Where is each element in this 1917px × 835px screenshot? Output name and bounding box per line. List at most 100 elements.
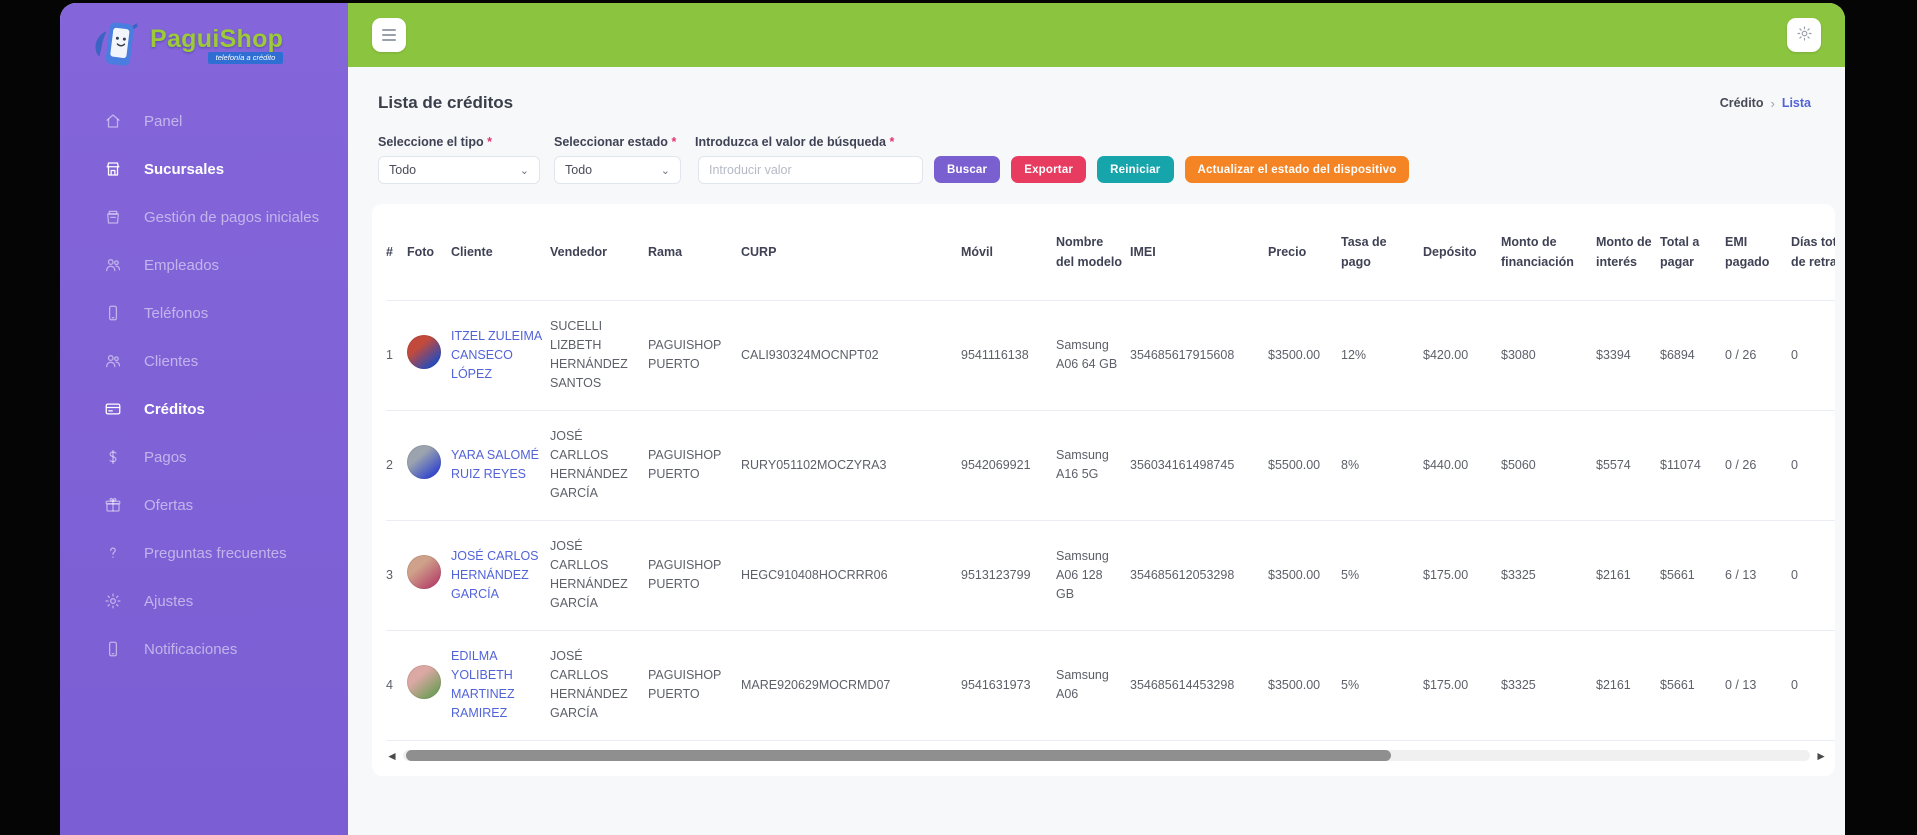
client-name-link[interactable]: JOSÉ CARLOS HERNÁNDEZ GARCÍA [451, 549, 539, 601]
sidebar-item-tel-fonos[interactable]: Teléfonos [60, 289, 348, 337]
sidebar-item-preguntas-frecuentes[interactable]: Preguntas frecuentes [60, 529, 348, 577]
cell-tasa: 8% [1341, 457, 1360, 472]
settings-icon [104, 592, 122, 610]
cell-financiacion: $3325 [1501, 677, 1536, 692]
cell-modelo: Samsung A16 5G [1056, 448, 1109, 481]
notifications-icon [104, 640, 122, 658]
cell-emi: 0 / 26 [1725, 457, 1757, 472]
sidebar-item-cr-ditos[interactable]: Créditos [60, 385, 348, 433]
column-header: Depósito [1423, 204, 1501, 301]
cell-vendedor: JOSÉ CARLLOS HERNÁNDEZ GARCÍA [550, 429, 628, 500]
column-header: Tasa de pago [1341, 204, 1423, 301]
scrollbar-thumb[interactable] [405, 750, 1391, 761]
table-scroll-area: # Foto Cliente Vendedor Rama CURP Móvil Nombre … [386, 204, 1835, 741]
breadcrumb-parent: Crédito [1719, 96, 1764, 110]
home-icon [104, 112, 122, 130]
breadcrumb-separator-icon: › [1770, 95, 1775, 111]
client-name-link[interactable]: EDILMA YOLIBETH MARTINEZ RAMIREZ [451, 649, 515, 720]
scrollbar-track[interactable] [402, 750, 1811, 761]
column-header: Total a pagar [1660, 204, 1725, 301]
sidebar-item-ajustes[interactable]: Ajustes [60, 577, 348, 625]
sidebar-item-label: Ofertas [144, 496, 194, 514]
client-avatar[interactable] [407, 335, 441, 369]
cell-dias: 0 [1791, 567, 1798, 582]
cell-precio: $3500.00 [1268, 347, 1321, 362]
reset-button[interactable]: Reiniciar [1097, 156, 1174, 183]
cell-rama: PAGUISHOP PUERTO [648, 558, 722, 591]
table-row: 4 EDILMA YOLIBETH MARTINEZ RAMIREZ JOSÉ CA… [386, 630, 1835, 740]
column-header: Días totales de retraso [1791, 204, 1835, 301]
table-row: 2 YARA SALOMÉ RUIZ REYES JOSÉ CARLLOS HERN… [386, 410, 1835, 520]
mascot-phone-icon [90, 15, 146, 78]
status-select[interactable]: Todo ⌄ [554, 156, 681, 184]
filter-bar: Seleccione el tipo * Todo ⌄ Seleccionar … [372, 135, 1835, 184]
search-button[interactable]: Buscar [934, 156, 1001, 183]
chevron-down-icon: ⌄ [519, 164, 529, 177]
cell-dias: 0 [1791, 677, 1798, 692]
register-icon [104, 208, 122, 226]
app-tagline: telefonía a crédito [207, 52, 284, 64]
client-avatar[interactable] [407, 665, 441, 699]
column-header: # [386, 204, 407, 301]
export-button[interactable]: Exportar [1011, 156, 1087, 183]
clients-icon [104, 352, 122, 370]
cell-movil: 9541631973 [961, 677, 1031, 692]
cell-vendedor: JOSÉ CARLLOS HERNÁNDEZ GARCÍA [550, 539, 628, 610]
client-avatar[interactable] [407, 445, 441, 479]
sidebar-item-label: Créditos [144, 400, 205, 418]
breadcrumb: Crédito › Lista [1720, 96, 1811, 111]
cell-num: 1 [386, 347, 393, 362]
sidebar-item-panel[interactable]: Panel [60, 97, 348, 145]
cell-curp: RURY051102MOCZYRA3 [741, 457, 887, 472]
cell-curp: HEGC910408HOCRRR06 [741, 567, 888, 582]
column-header: IMEI [1130, 204, 1268, 301]
update-device-status-button[interactable]: Actualizar el estado del dispositivo [1184, 156, 1410, 183]
credits-table-card: # Foto Cliente Vendedor Rama CURP Móvil Nombre … [372, 204, 1835, 776]
cell-modelo: Samsung A06 128 GB [1056, 548, 1109, 601]
sidebar-item-gesti-n-de-pagos-iniciales[interactable]: Gestión de pagos iniciales [60, 193, 348, 241]
cell-num: 4 [386, 677, 393, 692]
sidebar-item-empleados[interactable]: Empleados [60, 241, 348, 289]
column-header: Monto de financiación [1501, 204, 1596, 301]
cell-precio: $3500.00 [1268, 567, 1321, 582]
main-content: Lista de créditos Crédito › Lista Selecc… [348, 67, 1845, 835]
cell-movil: 9542069921 [961, 457, 1031, 472]
type-select[interactable]: Todo ⌄ [378, 156, 540, 184]
column-header: Móvil [961, 204, 1056, 301]
sidebar-menu: Panel Sucursales Gestión de pagos inicia… [60, 97, 348, 673]
cell-total: $5661 [1660, 677, 1695, 692]
client-avatar[interactable] [407, 555, 441, 589]
cell-dias: 0 [1791, 347, 1798, 362]
sidebar-item-pagos[interactable]: Pagos [60, 433, 348, 481]
cell-financiacion: $3325 [1501, 567, 1536, 582]
scroll-left-icon[interactable]: ◄ [386, 750, 398, 762]
cell-total: $5661 [1660, 567, 1695, 582]
sidebar-item-notificaciones[interactable]: Notificaciones [60, 625, 348, 673]
credits-table: # Foto Cliente Vendedor Rama CURP Móvil Nombre … [386, 204, 1835, 741]
sidebar-toggle-button[interactable] [372, 18, 406, 52]
client-name-link[interactable]: ITZEL ZULEIMA CANSECO LÓPEZ [451, 329, 542, 381]
required-asterisk: * [487, 135, 492, 149]
chevron-down-icon: ⌄ [660, 164, 670, 177]
cell-modelo: Samsung A06 64 GB [1056, 338, 1118, 371]
column-header: Monto de interés [1596, 204, 1660, 301]
settings-button[interactable] [1787, 18, 1821, 52]
app-title: PaguiShop [150, 25, 284, 53]
table-header-row: # Foto Cliente Vendedor Rama CURP Móvil Nombre … [386, 204, 1835, 301]
sidebar-item-clientes[interactable]: Clientes [60, 337, 348, 385]
cell-curp: MARE920629MOCRMD07 [741, 677, 891, 692]
cell-imei: 356034161498745 [1130, 457, 1235, 472]
scroll-right-icon[interactable]: ► [1815, 750, 1827, 762]
column-header: Foto [407, 204, 451, 301]
search-input[interactable] [698, 156, 923, 184]
breadcrumb-current[interactable]: Lista [1782, 96, 1811, 110]
sidebar-item-ofertas[interactable]: Ofertas [60, 481, 348, 529]
cell-interes: $3394 [1596, 347, 1631, 362]
sidebar-item-sucursales[interactable]: Sucursales [60, 145, 348, 193]
sidebar: PaguiShop telefonía a crédito Panel Sucu… [60, 3, 348, 835]
payments-icon [104, 448, 122, 466]
cell-emi: 0 / 26 [1725, 347, 1757, 362]
client-name-link[interactable]: YARA SALOMÉ RUIZ REYES [451, 448, 539, 481]
cell-modelo: Samsung A06 [1056, 668, 1109, 701]
column-header: Vendedor [550, 204, 648, 301]
